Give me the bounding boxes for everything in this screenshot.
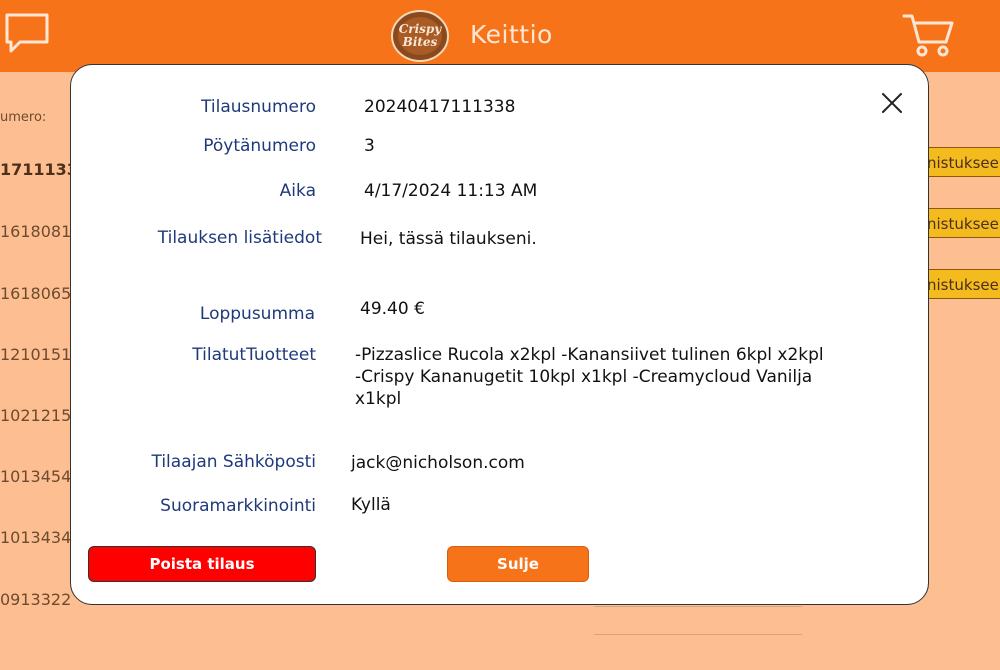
ordered-products-label: TilatutTuotteet <box>192 345 316 365</box>
delete-order-button[interactable]: Poista tilaus <box>88 546 316 582</box>
divider <box>594 606 802 607</box>
customer-email-label: Tilaajan Sähköposti <box>151 452 316 472</box>
order-number-value: 20240417111338 <box>364 97 516 117</box>
order-notes-value: Hei, tässä tilaukseni. <box>360 229 537 249</box>
close-button[interactable]: Sulje <box>447 546 589 582</box>
order-details-dialog: Tilausnumero 20240417111338 Pöytänumero … <box>70 64 929 605</box>
top-bar: Crispy Bites Keittio <box>0 0 1000 72</box>
svg-text:Crispy: Crispy <box>399 22 443 36</box>
mark-ready-button[interactable]: nistukseen <box>920 208 1000 238</box>
mark-ready-button[interactable]: nistukseen <box>920 269 1000 299</box>
direct-marketing-value: Kyllä <box>351 495 391 515</box>
list-item[interactable]: 0913322 <box>0 590 71 609</box>
list-item[interactable]: 1210151 <box>0 345 71 364</box>
divider <box>594 634 802 635</box>
svg-text:Bites: Bites <box>402 35 438 49</box>
direct-marketing-label: Suoramarkkinointi <box>160 496 316 516</box>
list-item[interactable]: 1618065 <box>0 284 71 303</box>
order-notes-label: Tilauksen lisätiedot <box>157 228 322 248</box>
crispy-bites-logo: Crispy Bites <box>390 9 450 63</box>
list-item[interactable]: 1618081 <box>0 222 71 241</box>
total-value: 49.40 € <box>360 299 425 319</box>
time-label: Aika <box>279 181 316 201</box>
ordered-products-value: -Pizzaslice Rucola x2kpl -Kanansiivet tu… <box>355 345 824 409</box>
customer-email-value: jack@nicholson.com <box>351 453 525 473</box>
table-number-value: 3 <box>364 136 375 156</box>
time-value: 4/17/2024 11:13 AM <box>364 181 538 201</box>
list-item[interactable]: 1013454 <box>0 467 71 486</box>
list-item[interactable]: 1021215 <box>0 406 71 425</box>
list-item[interactable]: 1711133 <box>0 160 78 179</box>
chat-icon[interactable] <box>4 12 50 54</box>
close-icon[interactable] <box>880 91 904 115</box>
cart-icon[interactable] <box>902 12 956 58</box>
total-label: Loppusumma <box>199 304 315 324</box>
order-number-column-label: umero: <box>0 110 47 125</box>
page-title: Keittio <box>470 20 553 49</box>
list-item[interactable]: 1013434 <box>0 528 71 547</box>
mark-ready-button[interactable]: nistukseen <box>920 147 1000 177</box>
table-number-label: Pöytänumero <box>203 136 316 156</box>
order-number-label: Tilausnumero <box>201 97 316 117</box>
